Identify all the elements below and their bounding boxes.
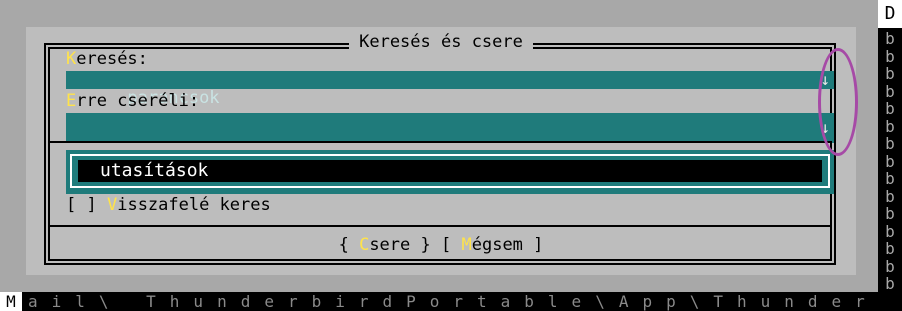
search-label: Keresés: (66, 49, 148, 69)
replace-button[interactable]: { Csere } (339, 235, 431, 255)
dropdown-item-selected[interactable]: utasítások (78, 160, 822, 182)
right-panel-glyph: b (885, 256, 895, 276)
right-panel-glyph: b (885, 134, 895, 153)
reverse-search-label: isszafelé keres (117, 195, 271, 215)
replace-input[interactable]: ↓ (66, 113, 834, 143)
replace-label: Erre cseréli: (66, 91, 199, 111)
command-line-first-char: M (0, 292, 22, 311)
command-line-path: M ail\ ThunderbirdPortable\App\Thunder (0, 292, 878, 311)
right-panel-top-letter: D (878, 0, 902, 28)
search-input[interactable]: parancsok ↓ (66, 71, 834, 107)
right-panel-glyph: b (885, 221, 895, 241)
dialog-title: Keresés és csere (26, 32, 856, 52)
search-label-text: eresés: (76, 49, 148, 69)
right-panel-glyph: b (885, 204, 895, 223)
right-panel-glyph: b (885, 99, 895, 118)
cancel-button[interactable]: [ Mégsem ] (441, 235, 543, 255)
replace-label-text: rre cseréli: (76, 91, 200, 111)
right-panel-glyph: b (885, 151, 895, 171)
right-panel-edge: D bbbbbbbbbbbbbbb (878, 0, 902, 311)
right-panel-glyph: b (885, 116, 895, 136)
reverse-search-checkbox[interactable]: [ ] Visszafelé keres (66, 195, 271, 215)
right-panel-glyph: b (885, 274, 895, 293)
right-panel-glyph: b (885, 169, 895, 188)
checkbox-box: [ ] (66, 195, 97, 215)
dialog-divider-bottom (48, 225, 832, 227)
replace-label-hotkey: E (66, 91, 77, 111)
dropdown-frame: utasítások (70, 154, 830, 188)
cancel-button-hotkey: M (461, 235, 472, 255)
dialog-buttons: { Csere } [ Mégsem ] (26, 235, 856, 255)
replace-button-hotkey: C (359, 235, 370, 255)
dialog-divider-top (48, 141, 832, 143)
right-panel-glyph: b (885, 186, 895, 206)
right-panel-glyph: b (885, 81, 895, 101)
reverse-search-hotkey: V (106, 195, 118, 215)
search-label-hotkey: K (66, 49, 77, 69)
right-panel-glyph: b (885, 239, 895, 258)
right-panel-glyph: b (885, 64, 895, 83)
right-panel-glyph: b (885, 46, 895, 66)
command-line-path-text: ail\ ThunderbirdPortable\App\Thunder (28, 292, 878, 311)
replace-history-dropdown: utasítások (66, 150, 834, 194)
right-panel-column: bbbbbbbbbbbbbbb (878, 30, 902, 293)
search-replace-dialog: Keresés és csere Keresés: parancsok ↓ Er… (26, 27, 856, 275)
highlight-circle-annotation (818, 48, 858, 156)
right-panel-glyph: b (885, 29, 895, 48)
terminal-screen: D bbbbbbbbbbbbbbb Keresés és csere Keres… (0, 0, 902, 311)
